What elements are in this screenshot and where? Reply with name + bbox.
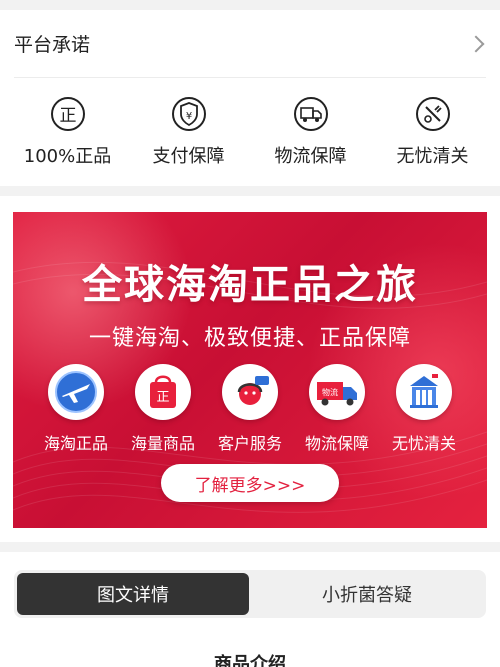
learn-more-button[interactable]: 了解更多>>> — [161, 464, 339, 502]
service-customs: 无忧清关 — [381, 364, 467, 454]
bag-icon-text: 正 — [156, 390, 169, 405]
shopping-bag-icon: 正 — [135, 364, 191, 420]
customs-building-icon — [396, 364, 452, 420]
delivery-truck-icon — [293, 97, 328, 131]
service-label: 海淘正品 — [43, 434, 108, 453]
platform-promise-card: 平台承诺 正 100%正品 ¥ 支付保障 物流保障 无忧清关 — [0, 10, 500, 186]
service-logistics: 物流 物流保障 — [294, 364, 380, 454]
payment-shield-icon: ¥ — [171, 97, 206, 131]
yen-icon-text: ¥ — [185, 111, 191, 122]
top-strip — [0, 0, 500, 10]
service-products: 正 海量商品 — [120, 364, 206, 454]
chevron-right-icon[interactable] — [467, 35, 485, 52]
feature-genuine: 正 100%正品 — [5, 96, 130, 168]
feature-label: 支付保障 — [152, 146, 225, 167]
feature-logistics: 物流保障 — [248, 96, 373, 168]
detail-tabs: 图文详情 小折菌答疑 — [14, 570, 486, 618]
tab-qa[interactable]: 小折菌答疑 — [251, 573, 483, 615]
platform-promise-header[interactable]: 平台承诺 — [14, 10, 486, 78]
service-genuine: 海淘正品 — [33, 364, 119, 454]
airplane-icon — [48, 364, 104, 420]
platform-promise-title: 平台承诺 — [14, 34, 91, 56]
feature-label: 100%正品 — [23, 146, 112, 167]
promise-features: 正 100%正品 ¥ 支付保障 物流保障 无忧清关 — [0, 96, 500, 176]
product-intro-title: 商品介绍 — [214, 654, 286, 667]
customs-clearance-icon — [415, 97, 450, 131]
detail-tabs-section: 图文详情 小折菌答疑 商品介绍 — [0, 552, 500, 667]
service-customer: 客户服务 — [207, 364, 293, 454]
feature-customs: 无忧清关 — [370, 96, 495, 168]
tab-graphic-details[interactable]: 图文详情 — [17, 573, 249, 615]
logistics-truck-icon: 物流 — [309, 364, 365, 420]
banner-section: 全球海淘正品之旅 一键海淘、极致便捷、正品保障 海淘正品 正 海量商品 客户服务… — [0, 196, 500, 542]
genuine-icon-text: 正 — [59, 106, 76, 126]
promo-banner[interactable]: 全球海淘正品之旅 一键海淘、极致便捷、正品保障 海淘正品 正 海量商品 客户服务… — [13, 212, 487, 528]
truck-icon-text: 物流 — [322, 387, 338, 397]
customer-service-icon — [222, 364, 278, 420]
banner-services: 海淘正品 正 海量商品 客户服务 物流 物流保障 无忧清关 — [33, 364, 467, 454]
feature-label: 无忧清关 — [396, 146, 469, 167]
service-label: 物流保障 — [304, 434, 369, 453]
feature-payment: ¥ 支付保障 — [126, 96, 251, 168]
banner-subtitle: 一键海淘、极致便捷、正品保障 — [88, 326, 411, 351]
service-label: 无忧清关 — [391, 434, 456, 453]
service-label: 海量商品 — [130, 434, 195, 453]
feature-label: 物流保障 — [274, 146, 347, 167]
banner-title: 全球海淘正品之旅 — [82, 262, 418, 308]
genuine-icon: 正 — [50, 97, 85, 131]
service-label: 客户服务 — [217, 434, 282, 453]
